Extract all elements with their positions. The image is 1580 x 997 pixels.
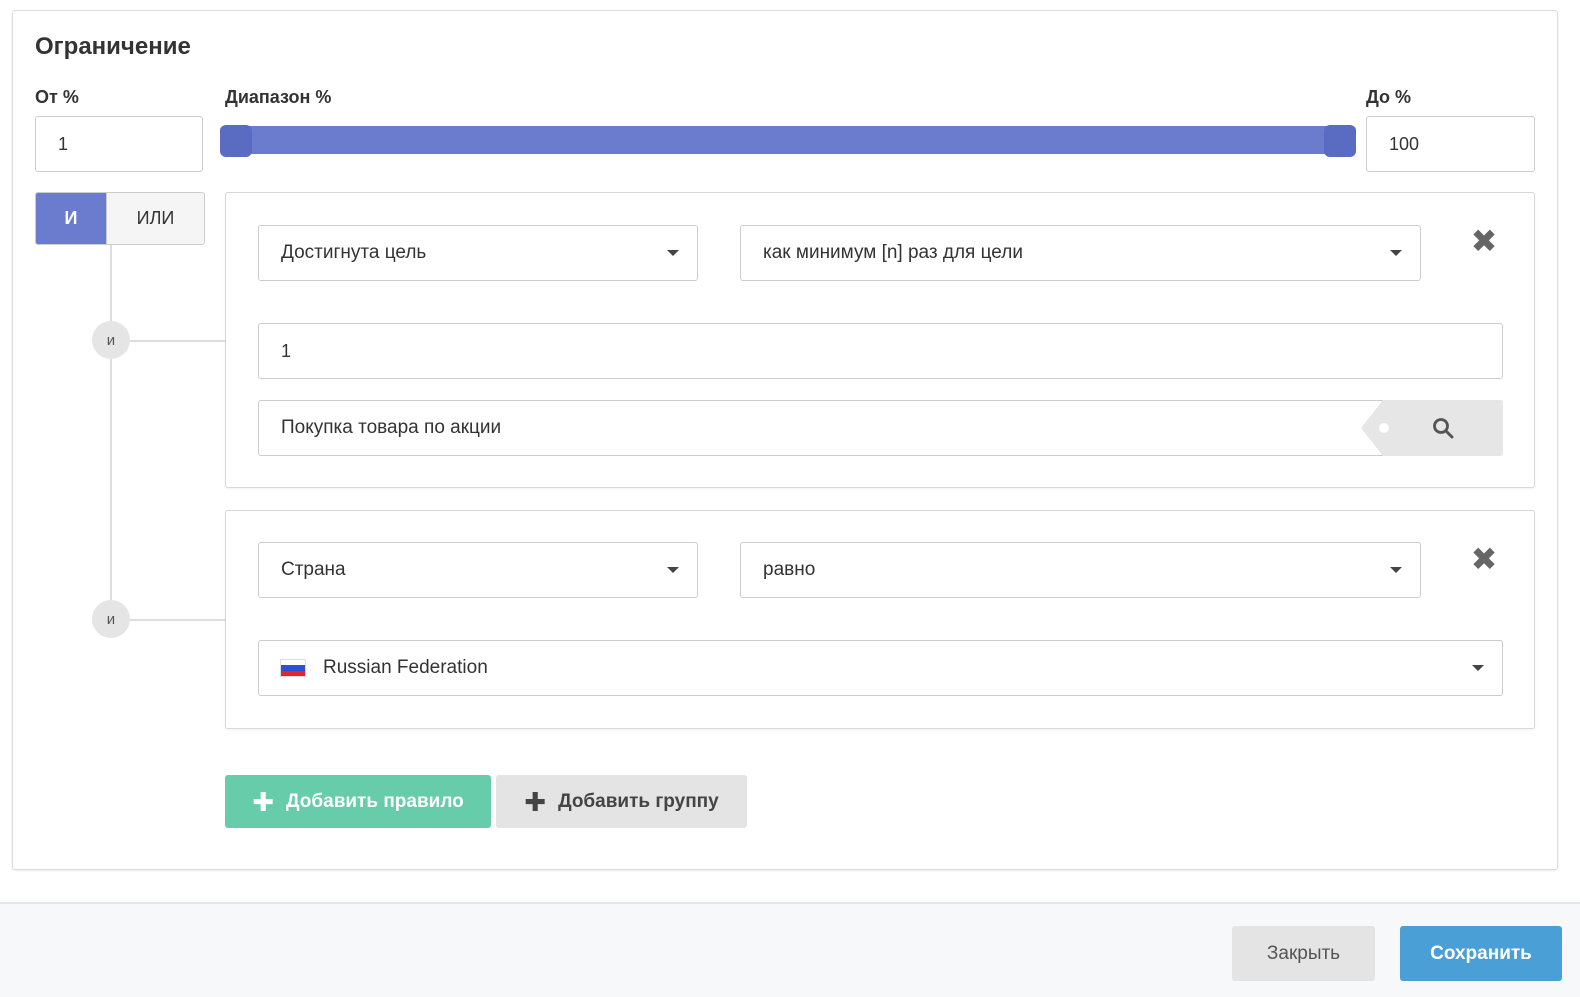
range-percent-label: Диапазон %: [225, 87, 332, 107]
close-icon[interactable]: ✖: [1469, 225, 1499, 257]
modal-footer: Закрыть Сохранить: [0, 902, 1580, 997]
chevron-down-icon: [1390, 567, 1402, 573]
rule-operator-select[interactable]: как минимум [n] раз для цели: [740, 225, 1421, 281]
rule-operator-value: как минимум [n] раз для цели: [763, 242, 1023, 263]
add-rule-label: Добавить правило: [286, 790, 464, 812]
add-group-label: Добавить группу: [558, 790, 719, 812]
save-button[interactable]: Сохранить: [1400, 926, 1562, 981]
goal-search-value: Покупка товара по акции: [281, 417, 502, 438]
goal-search-field[interactable]: Покупка товара по акции: [258, 400, 1503, 456]
from-percent-label: От %: [35, 87, 79, 107]
close-icon[interactable]: ✖: [1469, 543, 1499, 575]
rule-operator-select[interactable]: равно: [740, 542, 1421, 598]
connector-badge: и: [92, 600, 130, 638]
rule-field-select[interactable]: Страна: [258, 542, 698, 598]
add-rule-button[interactable]: ✚ Добавить правило: [225, 775, 491, 828]
close-button[interactable]: Закрыть: [1232, 926, 1375, 981]
plus-icon: ✚: [252, 786, 275, 817]
rule-field-value: Страна: [281, 559, 346, 580]
restriction-panel: Ограничение От % 1 Диапазон % До % 100 И…: [12, 10, 1558, 870]
chevron-down-icon: [1390, 250, 1402, 256]
rule-operator-value: равно: [763, 559, 816, 580]
search-icon: [1433, 418, 1454, 439]
logic-and-button[interactable]: И: [36, 193, 106, 244]
country-select[interactable]: Russian Federation: [258, 640, 1503, 696]
rule-field-select[interactable]: Достигнута цель: [258, 225, 698, 281]
tree-connector-line: [110, 245, 112, 620]
logic-or-button[interactable]: ИЛИ: [106, 193, 204, 244]
rule-card-country: Страна равно ✖ Russian Federation: [225, 510, 1535, 729]
connector-badge: и: [92, 321, 130, 359]
to-percent-input[interactable]: 100: [1366, 116, 1535, 172]
russia-flag-icon: [281, 660, 305, 676]
range-slider-track[interactable]: [220, 126, 1356, 154]
section-title: Ограничение: [35, 33, 191, 60]
range-slider-max-handle[interactable]: [1324, 125, 1356, 157]
country-value: Russian Federation: [323, 657, 488, 678]
rule-field-value: Достигнута цель: [281, 242, 427, 263]
plus-icon: ✚: [524, 786, 547, 817]
rule-card-goal: Достигнута цель как минимум [n] раз для …: [225, 192, 1535, 488]
to-percent-label: До %: [1366, 87, 1412, 107]
range-slider-min-handle[interactable]: [220, 125, 252, 157]
chevron-down-icon: [667, 250, 679, 256]
goal-count-input[interactable]: 1: [258, 323, 1503, 379]
search-button[interactable]: [1361, 400, 1503, 456]
chevron-down-icon: [667, 567, 679, 573]
add-group-button[interactable]: ✚ Добавить группу: [496, 775, 747, 828]
logic-toggle: И ИЛИ: [35, 192, 205, 245]
chevron-down-icon: [1472, 665, 1484, 671]
from-percent-input[interactable]: 1: [35, 116, 203, 172]
